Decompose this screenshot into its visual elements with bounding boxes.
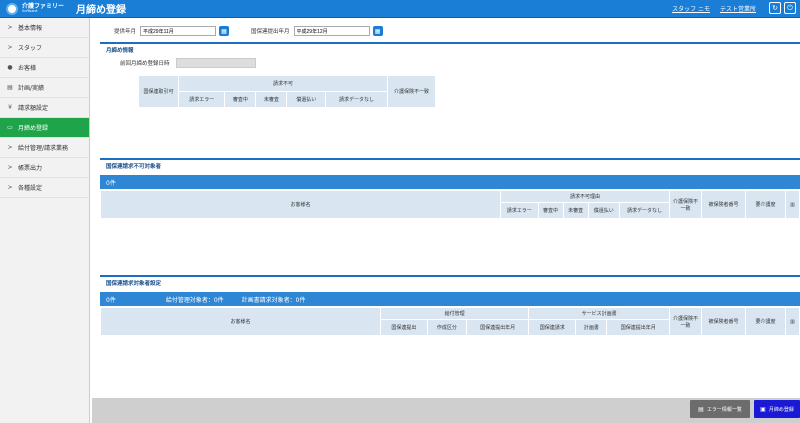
sidebar-item-benefit[interactable]: > 給付管理/請求業務: [0, 138, 89, 158]
not-billable-count-band: 0件: [100, 175, 800, 189]
save-icon: ▣: [760, 405, 766, 413]
col-mismatch[interactable]: 介護保険不一致: [669, 307, 702, 336]
col-shinsa[interactable]: 審査中: [537, 202, 564, 219]
service-month-input[interactable]: [140, 26, 217, 36]
keikaku-count: 計画書請求対象者：0件: [241, 296, 306, 304]
main-content: 提供年月 ▦ 国保連提出年月 ▦ 月締め情報 前回月締め登録日時 国保連取引可 …: [92, 18, 800, 398]
sidebar-item-label: 計画/実績: [18, 85, 45, 92]
calendar-icon: ▤: [7, 84, 13, 91]
error-list-button[interactable]: ▤ エラー情報一覧: [690, 400, 750, 418]
page-title: 月締め登録: [76, 5, 127, 16]
chevron-right-icon: >: [7, 184, 13, 191]
col-reason: 請求不可理由: [500, 190, 670, 203]
col-error[interactable]: 請求エラー: [500, 202, 539, 219]
col-kyufu: 給付管理: [379, 307, 530, 320]
col-plan-month[interactable]: 国保連提出年月: [606, 319, 670, 336]
col-customer[interactable]: お客様名: [100, 307, 381, 336]
billable-count-band: 0件 給付管理対象者：0件 計画書請求対象者：0件: [100, 292, 800, 306]
col-mishinsa[interactable]: 未審査: [562, 202, 589, 219]
col-care-level[interactable]: 要介護度: [745, 190, 786, 219]
col-service-plan: サービス計画書: [528, 307, 670, 320]
section-title-not-billable: 国保連請求不可対象者: [106, 164, 162, 170]
person-icon: ●: [7, 64, 13, 71]
col-kyufu-type[interactable]: 作成区分: [426, 319, 467, 336]
col-insured-no[interactable]: 被保険者番号: [701, 307, 746, 336]
service-month-label: 提供年月: [114, 29, 137, 35]
section-divider: [100, 275, 800, 277]
section-divider: [100, 42, 800, 44]
sidebar-item-settings[interactable]: > 各種設定: [0, 178, 89, 198]
col-nodata: 請求データなし: [325, 91, 388, 108]
col-kyufu-month[interactable]: 国保連提出年月: [465, 319, 530, 336]
kyufu-count: 給付管理対象者：0件: [165, 296, 224, 304]
register-button[interactable]: ▣ 月締め登録: [754, 400, 800, 418]
sidebar-item-label: 月締め登録: [18, 125, 49, 132]
chevron-right-icon: >: [7, 144, 13, 151]
col-kaigo-mismatch: 介護保険不一致: [387, 75, 436, 108]
last-close-label: 前回月締め登録日時: [120, 61, 170, 67]
footer-bar: ▤ エラー情報一覧 ▣ 月締め登録: [92, 398, 800, 423]
sidebar-item-plan[interactable]: ▤ 計画/実績: [0, 78, 89, 98]
sidebar-item-billing[interactable]: ¥ 請求額設定: [0, 98, 89, 118]
not-billable-table: お客様名 請求不可理由 介護保険不一致 被保険者番号 要介護度 ▥ 請求エラー …: [100, 190, 800, 219]
col-nodata[interactable]: 請求データなし: [618, 202, 671, 219]
col-mishinsa: 未審査: [255, 91, 288, 108]
sidebar-item-label: 請求額設定: [18, 105, 49, 112]
office-link[interactable]: テスト営業所: [720, 4, 756, 13]
database-icon: ▭: [7, 124, 13, 131]
billable-count: 0件: [106, 296, 116, 304]
col-shinsa: 審査中: [224, 91, 257, 108]
col-plan-billing[interactable]: 国保連請求: [528, 319, 577, 336]
col-kokuho: 国保連取引可: [138, 75, 179, 108]
last-close-value: [175, 58, 256, 68]
billable-table: お客様名 給付管理 サービス計画書 介護保険不一致 被保険者番号 要介護度 ▥ …: [100, 307, 800, 336]
sidebar-item-label: 基本情報: [18, 25, 43, 32]
section-divider: [100, 158, 800, 160]
sidebar-item-report[interactable]: > 帳票出力: [0, 158, 89, 178]
col-plan-doc[interactable]: 計画書: [575, 319, 608, 336]
calendar-icon[interactable]: ▦: [372, 26, 383, 36]
col-shokan: 償還払い: [286, 91, 327, 108]
section-title-close-info: 月締め情報: [106, 48, 134, 54]
col-seikyu-fuka: 請求不可: [178, 75, 388, 92]
chevron-right-icon: >: [7, 44, 13, 51]
sidebar-item-label: 給付管理/請求業務: [18, 145, 69, 152]
logo[interactable]: 介護ファミリー Softbank: [6, 2, 65, 15]
sidebar-item-basic-info[interactable]: > 基本情報: [0, 18, 89, 38]
sidebar-item-customer[interactable]: ● お客様: [0, 58, 89, 78]
sidebar-item-label: お客様: [18, 65, 37, 72]
col-customer[interactable]: お客様名: [100, 190, 501, 219]
sidebar-item-label: 各種設定: [18, 185, 43, 192]
submit-month-input[interactable]: [293, 26, 370, 36]
col-insured-no[interactable]: 被保険者番号: [701, 190, 746, 219]
calendar-icon[interactable]: ▦: [219, 26, 230, 36]
section-title-billable: 国保連請求対象者設定: [106, 281, 162, 287]
logo-brand: 介護ファミリー: [22, 2, 65, 10]
user-link[interactable]: スタッフ ニモ: [672, 4, 710, 13]
sidebar-item-label: 帳票出力: [18, 165, 43, 172]
col-error: 請求エラー: [177, 91, 226, 108]
app-header: 介護ファミリー Softbank 月締め登録 スタッフ ニモ テスト営業所 ↻ …: [0, 0, 800, 18]
col-shokan[interactable]: 償還払い: [587, 202, 620, 219]
filter-row: 提供年月 ▦ 国保連提出年月 ▦: [114, 26, 383, 36]
col-care-level[interactable]: 要介護度: [745, 307, 786, 336]
logo-mark-icon: [6, 2, 18, 15]
refresh-icon[interactable]: ↻: [769, 2, 781, 14]
sidebar: > 基本情報 > スタッフ ● お客様 ▤ 計画/実績 ¥ 請求額設定 ▭ 月締め登録 > 給…: [0, 18, 90, 423]
columns-icon[interactable]: ▥: [785, 307, 800, 336]
sidebar-item-label: スタッフ: [18, 45, 43, 52]
close-info-table: 国保連取引可 請求不可 介護保険不一致 請求エラー 審査中 未審査 償還払い 請…: [100, 75, 436, 108]
columns-icon[interactable]: ▥: [785, 190, 800, 219]
col-kyufu-submit[interactable]: 国保連提出: [380, 319, 428, 336]
sidebar-item-monthly-close[interactable]: ▭ 月締め登録: [0, 118, 89, 138]
chevron-right-icon: >: [7, 164, 13, 171]
submit-month-label: 国保連提出年月: [251, 29, 290, 35]
chevron-right-icon: >: [7, 24, 13, 31]
document-icon: ▤: [698, 405, 704, 413]
power-icon[interactable]: ⏻: [784, 2, 796, 14]
col-mismatch[interactable]: 介護保険不一致: [669, 190, 702, 219]
yen-icon: ¥: [8, 104, 12, 111]
not-billable-count: 0件: [106, 179, 116, 187]
sidebar-item-staff[interactable]: > スタッフ: [0, 38, 89, 58]
